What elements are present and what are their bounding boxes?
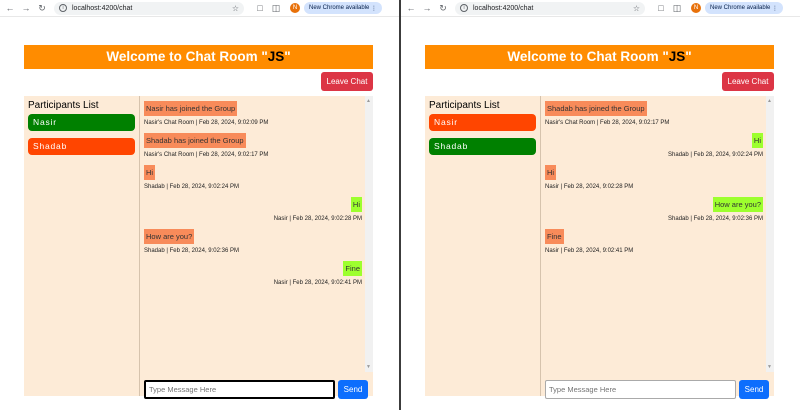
message-bubble: Fine: [343, 261, 362, 276]
header-suffix: ": [685, 49, 692, 64]
participants-panel: Participants List Nasir Shadab: [24, 96, 140, 396]
participants-panel: Participants List Nasir Shadab: [425, 96, 541, 396]
chat-container: Participants List Nasir Shadab Shadab ha…: [425, 96, 774, 399]
message-meta: Nasir | Feb 28, 2024, 9:02:28 PM: [545, 184, 634, 190]
message-bubble: Hi: [144, 165, 156, 180]
header-prefix: Welcome to Chat Room ": [507, 49, 669, 64]
message-item: How are you? Shadab | Feb 28, 2024, 9:02…: [545, 194, 771, 222]
room-name: JS: [668, 49, 686, 64]
message-meta: Nasir | Feb 28, 2024, 9:02:41 PM: [545, 248, 634, 254]
leave-chat-button[interactable]: Leave Chat: [321, 72, 373, 91]
participants-title: Participants List: [28, 100, 99, 111]
screen: ← → ↻ i localhost:4200/chat ☆ □ ◫ N New …: [0, 0, 800, 410]
side-panel-icon[interactable]: ◫: [671, 2, 683, 14]
room-name: JS: [267, 49, 285, 64]
address-bar[interactable]: i localhost:4200/chat ☆: [54, 1, 244, 15]
messages-area[interactable]: Shadab has joined the Group Nasir's Chat…: [542, 96, 774, 372]
extensions-icon[interactable]: □: [254, 2, 266, 14]
profile-avatar[interactable]: N: [691, 3, 701, 13]
url-text: localhost:4200/chat: [72, 4, 133, 12]
chrome-update-button[interactable]: New Chrome available ⋮: [304, 2, 383, 14]
message-bubble: Hi: [751, 133, 763, 148]
participant-item[interactable]: Nasir: [429, 114, 536, 131]
site-info-icon[interactable]: i: [460, 4, 468, 12]
message-item: How are you? Shadab | Feb 28, 2024, 9:02…: [144, 226, 370, 254]
message-item: Nasir has joined the Group Nasir's Chat …: [144, 98, 370, 126]
message-bubble: How are you?: [144, 229, 195, 244]
url-text: localhost:4200/chat: [473, 4, 534, 12]
message-item: Hi Shadab | Feb 28, 2024, 9:02:24 PM: [144, 162, 370, 190]
message-input[interactable]: [144, 380, 335, 399]
extensions-icon[interactable]: □: [655, 2, 667, 14]
message-bubble: Hi: [350, 197, 362, 212]
message-meta: Shadab | Feb 28, 2024, 9:02:24 PM: [668, 152, 763, 158]
back-arrow-icon[interactable]: ←: [4, 2, 16, 14]
send-button[interactable]: Send: [338, 380, 368, 399]
send-button[interactable]: Send: [739, 380, 769, 399]
participants-title: Participants List: [429, 100, 500, 111]
message-input-row: Send: [543, 380, 773, 399]
message-bubble: Nasir has joined the Group: [144, 101, 238, 116]
scroll-up-icon[interactable]: ▲: [366, 98, 371, 104]
participant-item[interactable]: Shadab: [28, 138, 135, 155]
message-item: Shadab has joined the Group Nasir's Chat…: [144, 130, 370, 158]
forward-arrow-icon[interactable]: →: [20, 2, 32, 14]
participant-item[interactable]: Shadab: [429, 138, 536, 155]
header-suffix: ": [284, 49, 291, 64]
message-meta: Nasir's Chat Room | Feb 28, 2024, 9:02:1…: [144, 152, 269, 158]
scroll-down-icon[interactable]: ▼: [366, 364, 371, 370]
message-bubble: Fine: [545, 229, 564, 244]
message-meta: Shadab | Feb 28, 2024, 9:02:36 PM: [144, 248, 239, 254]
chrome-update-label: New Chrome available: [309, 5, 370, 11]
message-meta: Nasir's Chat Room | Feb 28, 2024, 9:02:0…: [144, 120, 269, 126]
message-meta: Nasir | Feb 28, 2024, 9:02:41 PM: [273, 280, 362, 286]
message-item: Fine Nasir | Feb 28, 2024, 9:02:41 PM: [545, 226, 771, 254]
message-item: Hi Nasir | Feb 28, 2024, 9:02:28 PM: [144, 194, 370, 222]
messages-scrollbar[interactable]: ▲ ▼: [365, 96, 373, 372]
chrome-update-label: New Chrome available: [710, 5, 771, 11]
chat-page: Welcome to Chat Room "JS" Leave Chat Par…: [0, 18, 399, 410]
header-prefix: Welcome to Chat Room ": [106, 49, 268, 64]
browser-toolbar: ← → ↻ i localhost:4200/chat ☆ □ ◫ N New …: [0, 0, 399, 17]
message-meta: Shadab | Feb 28, 2024, 9:02:24 PM: [144, 184, 239, 190]
scroll-down-icon[interactable]: ▼: [767, 364, 772, 370]
browser-window-right: ← → ↻ i localhost:4200/chat ☆ □ ◫ N New …: [401, 0, 800, 410]
address-bar[interactable]: i localhost:4200/chat ☆: [455, 1, 645, 15]
site-info-icon[interactable]: i: [59, 4, 67, 12]
messages-scrollbar[interactable]: ▲ ▼: [766, 96, 774, 372]
scroll-up-icon[interactable]: ▲: [767, 98, 772, 104]
chat-container: Participants List Nasir Shadab Nasir has…: [24, 96, 373, 399]
message-item: Fine Nasir | Feb 28, 2024, 9:02:41 PM: [144, 258, 370, 286]
message-item: Hi Shadab | Feb 28, 2024, 9:02:24 PM: [545, 130, 771, 158]
chat-page: Welcome to Chat Room "JS" Leave Chat Par…: [401, 18, 800, 410]
message-meta: Shadab | Feb 28, 2024, 9:02:36 PM: [668, 216, 763, 222]
message-item: Hi Nasir | Feb 28, 2024, 9:02:28 PM: [545, 162, 771, 190]
leave-chat-button[interactable]: Leave Chat: [722, 72, 774, 91]
back-arrow-icon[interactable]: ←: [405, 2, 417, 14]
reload-icon[interactable]: ↻: [437, 2, 449, 14]
participant-item[interactable]: Nasir: [28, 114, 135, 131]
bookmark-star-icon[interactable]: ☆: [633, 4, 640, 13]
message-bubble: Shadab has joined the Group: [144, 133, 246, 148]
bookmark-star-icon[interactable]: ☆: [232, 4, 239, 13]
message-bubble: Shadab has joined the Group: [545, 101, 647, 116]
message-bubble: Hi: [545, 165, 557, 180]
browser-window-left: ← → ↻ i localhost:4200/chat ☆ □ ◫ N New …: [0, 0, 399, 410]
profile-avatar[interactable]: N: [290, 3, 300, 13]
chat-room-header: Welcome to Chat Room "JS": [24, 45, 373, 69]
message-item: Shadab has joined the Group Nasir's Chat…: [545, 98, 771, 126]
message-meta: Nasir | Feb 28, 2024, 9:02:28 PM: [273, 216, 362, 222]
chat-room-header: Welcome to Chat Room "JS": [425, 45, 774, 69]
browser-toolbar: ← → ↻ i localhost:4200/chat ☆ □ ◫ N New …: [401, 0, 800, 17]
chrome-update-button[interactable]: New Chrome available ⋮: [705, 2, 784, 14]
message-meta: Nasir's Chat Room | Feb 28, 2024, 9:02:1…: [545, 120, 670, 126]
side-panel-icon[interactable]: ◫: [270, 2, 282, 14]
forward-arrow-icon[interactable]: →: [421, 2, 433, 14]
messages-area[interactable]: Nasir has joined the Group Nasir's Chat …: [141, 96, 373, 372]
reload-icon[interactable]: ↻: [36, 2, 48, 14]
message-input-row: Send: [142, 380, 372, 399]
message-input[interactable]: [545, 380, 736, 399]
message-bubble: How are you?: [712, 197, 763, 212]
